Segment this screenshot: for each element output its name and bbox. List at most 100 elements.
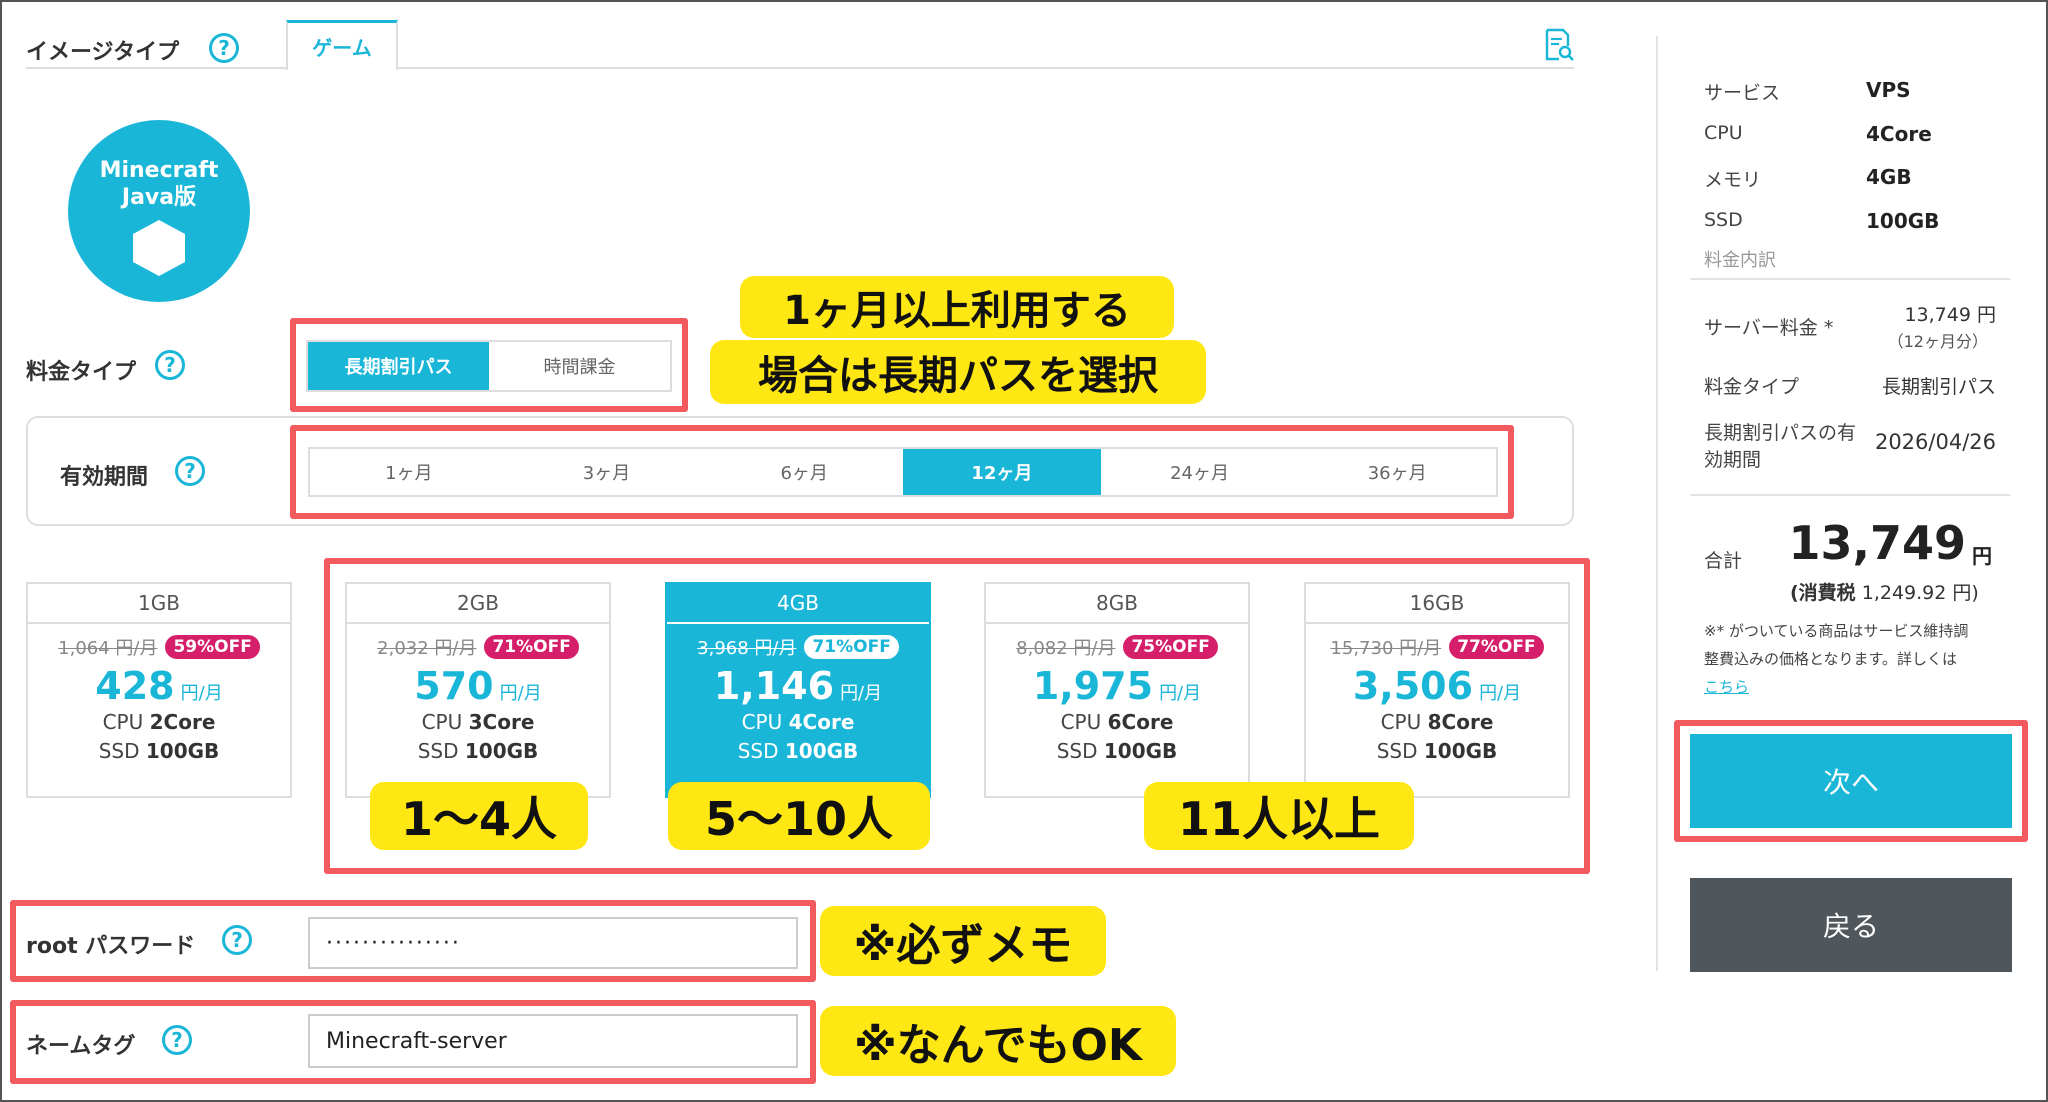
plan-ssd-label: SSD — [417, 739, 459, 763]
summary-separator — [1690, 278, 2010, 280]
plan-memory: 1GB — [28, 584, 290, 624]
period-option-1m[interactable]: 1ヶ月 — [310, 449, 508, 495]
period-help-icon[interactable]: ? — [175, 456, 205, 486]
price-type-option-long-term[interactable]: 長期割引パス — [308, 342, 489, 390]
annotation-long-term-line1: 1ヶ月以上利用する — [740, 276, 1174, 338]
plan-ssd: 100GB — [1423, 739, 1498, 763]
plan-cpu-label: CPU — [1380, 710, 1422, 734]
period-option-3m[interactable]: 3ヶ月 — [508, 449, 706, 495]
summary-tax-value: 1,249.92 円) — [1861, 582, 1979, 604]
summary-total-value: 13,749 — [1788, 516, 1966, 570]
plan-cpu: 2Core — [149, 710, 216, 734]
minecraft-java-logo[interactable]: Minecraft Java版 — [68, 120, 250, 302]
document-search-icon[interactable] — [1544, 28, 1574, 62]
name-tag-input[interactable]: Minecraft-server — [308, 1014, 798, 1068]
plan-card-4gb[interactable]: 4GB 3,968 円/月 71%OFF 1,146 円/月 CPU 4Core S… — [665, 582, 931, 798]
plan-cpu: 3Core — [468, 710, 535, 734]
plan-price: 3,506 — [1352, 664, 1474, 708]
plan-old-price: 2,032 円/月 — [377, 638, 477, 659]
plan-discount-badge: 75%OFF — [1123, 635, 1218, 659]
period-option-12m[interactable]: 12ヶ月 — [903, 449, 1101, 495]
price-type-label: 料金タイプ — [26, 360, 137, 385]
plan-card-1gb[interactable]: 1GB 1,064 円/月 59%OFF 428 円/月 CPU 2Core SSD… — [26, 582, 292, 798]
summary-ssd-label: SSD — [1704, 209, 1743, 231]
plan-old-price: 3,968 円/月 — [697, 638, 797, 659]
period-option-24m[interactable]: 24ヶ月 — [1101, 449, 1299, 495]
plan-cpu-label: CPU — [102, 710, 144, 734]
summary-tax-label: (消費税 — [1790, 582, 1856, 604]
summary-total-unit: 円 — [1972, 544, 1992, 568]
image-type-label: イメージタイプ — [26, 40, 180, 65]
document-search-icon-svg — [1545, 28, 1574, 61]
summary-tax: (消費税 1,249.92 円) — [1790, 578, 1979, 605]
summary-cpu-label: CPU — [1704, 122, 1743, 144]
plan-ssd-label: SSD — [1056, 739, 1098, 763]
summary-expiry-label-1: 長期割引パスの有 — [1704, 422, 1857, 444]
summary-note-link[interactable]: こちら — [1704, 676, 1749, 697]
summary-memory-value: 4GB — [1866, 165, 1912, 189]
tab-game[interactable]: ゲーム — [286, 20, 398, 70]
plan-price: 1,975 — [1032, 664, 1154, 708]
plan-ssd: 100GB — [1103, 739, 1178, 763]
plan-ssd-label: SSD — [1376, 739, 1418, 763]
plan-discount-badge: 71%OFF — [804, 635, 899, 659]
summary-note-1: ※* がついている商品はサービス維持調 — [1704, 622, 1969, 640]
period-option-6m[interactable]: 6ヶ月 — [705, 449, 903, 495]
summary-total-label: 合計 — [1704, 550, 1743, 572]
image-type-help-icon[interactable]: ? — [209, 33, 239, 63]
name-tag-help-icon[interactable]: ? — [162, 1025, 192, 1055]
price-type-help-icon[interactable]: ? — [155, 350, 185, 380]
price-type-option-hourly[interactable]: 時間課金 — [489, 342, 670, 390]
summary-expiry-value: 2026/04/26 — [1874, 430, 1996, 454]
root-password-input[interactable]: ··············· — [308, 917, 798, 969]
plan-ssd: 100GB — [784, 739, 859, 763]
plan-ssd: 100GB — [145, 739, 220, 763]
summary-server-fee: 13,749 円 — [1904, 304, 1996, 326]
period-label: 有効期間 — [60, 465, 149, 490]
summary-memory-label: メモリ — [1704, 169, 1762, 191]
period-option-36m[interactable]: 36ヶ月 — [1298, 449, 1496, 495]
annotation-people-11-plus: 11人以上 — [1144, 782, 1414, 850]
price-type-selector: 長期割引パス 時間課金 — [306, 340, 672, 392]
plan-memory: 4GB — [667, 584, 929, 624]
plan-memory: 8GB — [986, 584, 1248, 624]
annotation-memo: ※必ずメモ — [820, 906, 1106, 976]
name-tag-label: ネームタグ — [26, 1034, 136, 1059]
summary-server-fee-label: サーバー料金 * — [1704, 317, 1834, 339]
plan-price-unit: 円/月 — [840, 683, 883, 704]
plan-price: 1,146 — [713, 664, 835, 708]
summary-breakdown-label: 料金内訳 — [1704, 250, 1776, 271]
root-password-help-icon[interactable]: ? — [222, 925, 252, 955]
period-selector: 1ヶ月 3ヶ月 6ヶ月 12ヶ月 24ヶ月 36ヶ月 — [308, 447, 1498, 497]
summary-note-2: 整費込みの価格となります。詳しくは — [1704, 650, 1958, 668]
plan-card-2gb[interactable]: 2GB 2,032 円/月 71%OFF 570 円/月 CPU 3Core SSD… — [345, 582, 611, 798]
back-button[interactable]: 戻る — [1690, 878, 2012, 972]
next-button[interactable]: 次へ — [1690, 734, 2012, 828]
summary-expiry-label-2: 効期間 — [1704, 449, 1762, 471]
plan-price-unit: 円/月 — [1159, 683, 1202, 704]
plan-price-unit: 円/月 — [499, 683, 542, 704]
plan-price-unit: 円/月 — [180, 683, 223, 704]
annotation-people-5-10: 5～10人 — [668, 782, 930, 850]
summary-service-label: サービス — [1704, 82, 1781, 104]
plan-old-price: 1,064 円/月 — [58, 638, 158, 659]
summary-divider — [1656, 36, 1658, 971]
summary-price-type-value: 長期割引パス — [1881, 376, 1996, 398]
plan-cpu: 4Core — [788, 710, 855, 734]
plan-cpu: 6Core — [1107, 710, 1174, 734]
summary-server-fee-note: （12ヶ月分） — [1887, 332, 1988, 351]
plan-discount-badge: 71%OFF — [484, 635, 579, 659]
plan-card-16gb[interactable]: 16GB 15,730 円/月 77%OFF 3,506 円/月 CPU 8Core… — [1304, 582, 1570, 798]
plan-discount-badge: 59%OFF — [165, 635, 260, 659]
plan-price: 570 — [414, 664, 494, 708]
plan-discount-badge: 77%OFF — [1449, 635, 1544, 659]
root-password-label: root パスワード — [26, 934, 196, 959]
plan-price-unit: 円/月 — [1479, 683, 1522, 704]
logo-line1: Minecraft — [99, 158, 219, 183]
plan-card-8gb[interactable]: 8GB 8,082 円/月 75%OFF 1,975 円/月 CPU 6Core S… — [984, 582, 1250, 798]
summary-service-value: VPS — [1866, 78, 1911, 102]
annotation-people-1-4: 1～4人 — [370, 782, 588, 850]
plan-old-price: 15,730 円/月 — [1330, 638, 1442, 659]
plan-cpu: 8Core — [1427, 710, 1494, 734]
summary-separator — [1690, 494, 2010, 496]
